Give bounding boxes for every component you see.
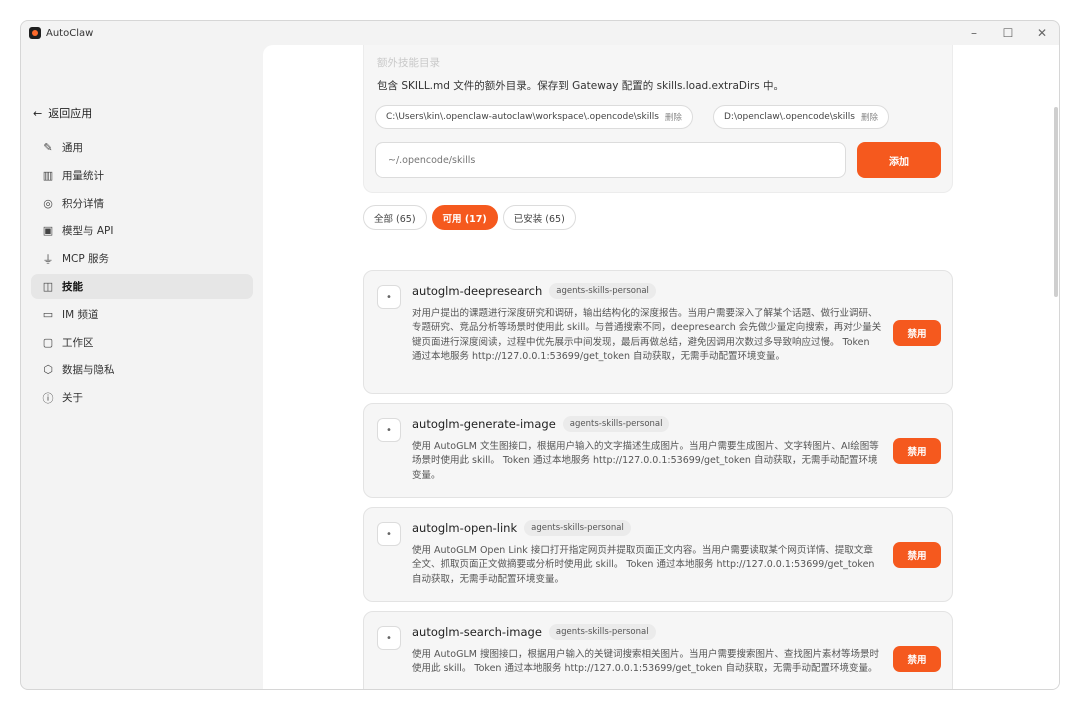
skill-source-tag: agents-skills-personal: [549, 283, 656, 299]
main-panel: 额外技能目录 包含 SKILL.md 文件的额外目录。保存到 Gateway 配…: [263, 45, 1059, 689]
sidebar-item-skills[interactable]: ◫ 技能: [31, 273, 253, 299]
skill-source-tag: agents-skills-personal: [562, 416, 670, 432]
skill-card: • autoglm-search-image agents-skills-per…: [363, 611, 953, 689]
sidebar-item-mcp[interactable]: ⏚ MCP 服务: [31, 246, 253, 271]
disable-skill-button[interactable]: 禁用: [893, 320, 941, 346]
dir-path-input[interactable]: [375, 142, 846, 178]
skill-header: autoglm-search-image agents-skills-perso…: [412, 624, 656, 640]
filter-all[interactable]: 全部 (65): [363, 205, 427, 230]
sidebar: ← 返回应用 ✎ 通用 ▥ 用量统计 ◎ 积分详情 ▣ 模型与 API ⏚ MC…: [21, 45, 263, 689]
extra-dirs-panel: 额外技能目录 包含 SKILL.md 文件的额外目录。保存到 Gateway 配…: [363, 45, 953, 193]
skill-card: • autoglm-open-link agents-skills-person…: [363, 507, 953, 602]
skill-header: autoglm-open-link agents-skills-personal: [412, 520, 631, 536]
skill-description: 对用户提出的课题进行深度研究和调研，输出结构化的深度报告。当用户需要深入了解某个…: [412, 308, 882, 363]
app-logo-icon: [29, 27, 41, 39]
skill-icon: •: [377, 626, 401, 650]
skill-name: autoglm-open-link: [412, 521, 518, 535]
book-icon: ◫: [42, 279, 54, 293]
close-button[interactable]: ✕: [1025, 21, 1059, 45]
skill-name: autoglm-search-image: [412, 625, 542, 639]
minimize-button[interactable]: –: [957, 21, 991, 45]
scrollbar-thumb[interactable]: [1054, 107, 1058, 297]
disable-skill-button[interactable]: 禁用: [893, 646, 941, 672]
skill-card: • autoglm-deepresearch agents-skills-per…: [363, 270, 953, 394]
app-window: AutoClaw – ☐ ✕ ← 返回应用 ✎ 通用 ▥ 用量统计 ◎ 积分详情: [20, 20, 1060, 690]
sidebar-item-credits[interactable]: ◎ 积分详情: [31, 191, 253, 216]
chat-icon: ▭: [42, 307, 54, 321]
delete-dir-button[interactable]: 删除: [665, 111, 682, 123]
sidebar-item-label: 模型与 API: [62, 225, 114, 238]
sidebar-item-label: 关于: [62, 392, 83, 405]
back-label: 返回应用: [48, 107, 93, 120]
sidebar-item-label: IM 频道: [62, 308, 99, 321]
sidebar-item-workspace[interactable]: ▢ 工作区: [31, 330, 253, 355]
skill-description: 使用 AutoGLM 搜图接口，根据用户输入的关键词搜索相关图片。当用户需要搜索…: [412, 649, 879, 675]
sidebar-item-label: MCP 服务: [62, 253, 110, 266]
coins-icon: ◎: [43, 196, 53, 210]
skill-header: autoglm-generate-image agents-skills-per…: [412, 416, 670, 432]
sidebar-item-usage[interactable]: ▥ 用量统计: [31, 163, 253, 188]
skill-icon: •: [377, 285, 401, 309]
delete-dir-button[interactable]: 删除: [861, 111, 878, 123]
skill-filter-tabs: 全部 (65) 可用 (17) 已安装 (65): [363, 205, 576, 230]
skill-source-tag: agents-skills-personal: [524, 520, 631, 536]
sidebar-item-label: 通用: [62, 142, 83, 154]
sidebar-item-label: 工作区: [62, 336, 94, 349]
chip-icon: ▣: [42, 224, 54, 238]
app-title: AutoClaw: [46, 27, 94, 39]
sidebar-item-models[interactable]: ▣ 模型与 API: [31, 218, 253, 243]
extra-dirs-title: 额外技能目录: [377, 57, 440, 69]
disable-skill-button[interactable]: 禁用: [893, 438, 941, 464]
filter-available[interactable]: 可用 (17): [431, 205, 498, 230]
disable-skill-button[interactable]: 禁用: [893, 542, 941, 568]
dir-chip: D:\openclaw\.opencode\skills 删除: [713, 105, 889, 129]
bar-chart-icon: ▥: [42, 168, 54, 182]
back-to-app-link[interactable]: ← 返回应用: [33, 105, 92, 121]
skill-icon: •: [377, 522, 401, 546]
shield-icon: ⬡: [43, 363, 53, 377]
skill-card: • autoglm-generate-image agents-skills-p…: [363, 403, 953, 498]
settings-nav: ✎ 通用 ▥ 用量统计 ◎ 积分详情 ▣ 模型与 API ⏚ MCP 服务 ◫ …: [31, 135, 253, 413]
sidebar-item-label: 积分详情: [62, 197, 104, 210]
skill-description: 使用 AutoGLM Open Link 接口打开指定网页并提取页面正文内容。当…: [412, 545, 875, 585]
sidebar-item-label: 技能: [62, 280, 83, 293]
skill-source-tag: agents-skills-personal: [548, 624, 656, 640]
skill-name: autoglm-deepresearch: [412, 284, 543, 298]
folder-icon: ▢: [42, 335, 54, 349]
skill-description: 使用 AutoGLM 文生图接口，根据用户输入的文字描述生成图片。当用户需要生成…: [412, 441, 879, 481]
dir-chip: C:\Users\kin\.openclaw-autoclaw\workspac…: [375, 105, 693, 129]
sidebar-item-general[interactable]: ✎ 通用: [31, 135, 253, 160]
dir-path: D:\openclaw\.opencode\skills: [724, 112, 855, 122]
maximize-button[interactable]: ☐: [991, 21, 1025, 45]
info-icon: ⓘ: [42, 391, 54, 405]
arrow-left-icon: ←: [33, 106, 43, 120]
sidebar-item-privacy[interactable]: ⬡ 数据与隐私: [31, 357, 253, 382]
sidebar-item-label: 数据与隐私: [62, 364, 115, 377]
filter-installed[interactable]: 已安装 (65): [502, 205, 576, 230]
extra-dirs-description: 包含 SKILL.md 文件的额外目录。保存到 Gateway 配置的 skil…: [377, 80, 785, 92]
sidebar-item-about[interactable]: ⓘ 关于: [31, 385, 253, 410]
skill-header: autoglm-deepresearch agents-skills-perso…: [412, 283, 656, 299]
add-dir-button[interactable]: 添加: [857, 142, 941, 178]
sidebar-item-label: 用量统计: [62, 169, 104, 182]
plug-icon: ⏚: [42, 252, 54, 266]
skill-name: autoglm-generate-image: [412, 417, 556, 431]
skill-icon: •: [377, 418, 401, 442]
sidebar-item-im[interactable]: ▭ IM 频道: [31, 302, 253, 327]
dir-path: C:\Users\kin\.openclaw-autoclaw\workspac…: [386, 112, 659, 122]
pen-icon: ✎: [43, 141, 53, 154]
window-controls: – ☐ ✕: [957, 21, 1059, 45]
title-bar: AutoClaw – ☐ ✕: [21, 21, 1059, 45]
